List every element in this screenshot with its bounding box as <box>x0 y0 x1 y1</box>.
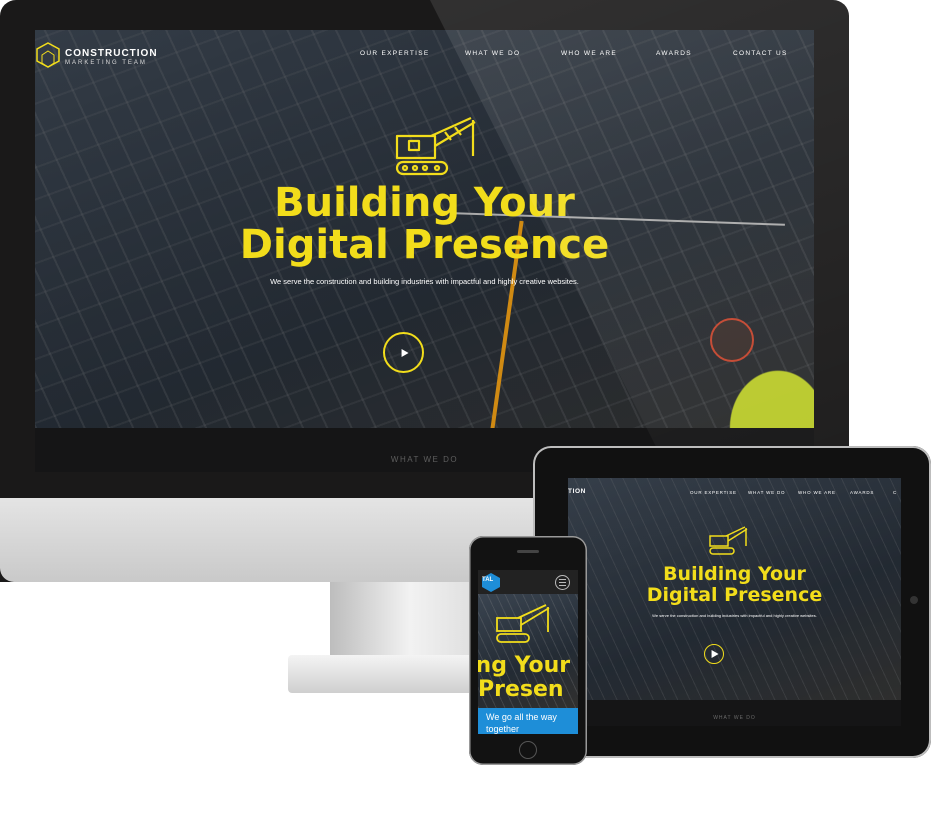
phone-screen: TAL ing Your Presen We go all the way to… <box>478 570 578 734</box>
tablet-nav-our-expertise[interactable]: OUR EXPERTISE <box>690 490 737 495</box>
nav-awards[interactable]: AWARDS <box>656 50 692 57</box>
phone-hero: ing Your Presen <box>478 594 578 708</box>
menu-icon[interactable] <box>555 575 570 590</box>
tablet-title-line1: Building Your <box>663 563 806 585</box>
hero-title-line2: Digital Presence <box>239 222 610 268</box>
tablet-title-line2: Digital Presence <box>646 584 823 606</box>
hero-section: CONSTRUCTION MARKETING TEAM OUR EXPERTIS… <box>35 30 814 428</box>
tablet-nav-contact[interactable]: C <box>893 490 897 495</box>
brand-line1: CONSTRUCTION <box>65 48 158 59</box>
phone-title-line2: Presen <box>478 677 564 702</box>
phone-crane-icon <box>496 604 550 643</box>
tablet-play-button[interactable] <box>704 644 724 664</box>
phone-speaker <box>517 550 539 553</box>
brand-logo[interactable]: CONSTRUCTION MARKETING TEAM <box>35 38 175 78</box>
crane-icon <box>395 116 476 176</box>
hero-title-line1: Building Your <box>274 180 575 226</box>
nav-contact-us[interactable]: CONTACT US <box>733 50 788 57</box>
phone-brand: TAL <box>482 577 494 583</box>
phone-title-line1: ing Your <box>478 653 571 678</box>
tablet-nav-awards[interactable]: AWARDS <box>850 490 874 495</box>
tablet-brand-fragment[interactable]: TION <box>568 488 586 495</box>
tablet-crane-icon <box>709 526 748 555</box>
logo-hex-icon <box>36 42 60 68</box>
nav-our-expertise[interactable]: OUR EXPERTISE <box>360 50 430 57</box>
tablet-nav-who-we-are[interactable]: WHO WE ARE <box>798 490 836 495</box>
hero-subtitle: We serve the construction and building i… <box>270 277 579 286</box>
brand-line2: MARKETING TEAM <box>65 60 147 66</box>
tablet-device: TION OUR EXPERTISE WHAT WE DO WHO WE ARE… <box>533 446 931 758</box>
nav-what-we-do[interactable]: WHAT WE DO <box>465 50 520 57</box>
tablet-home-button <box>910 596 918 604</box>
tablet-screen: TION OUR EXPERTISE WHAT WE DO WHO WE ARE… <box>568 478 901 726</box>
play-video-button[interactable] <box>383 332 424 373</box>
phone-banner-text: We go all the way together <box>486 712 557 734</box>
phone-header: TAL <box>478 570 578 594</box>
phone-device: TAL ing Your Presen We go all the way to… <box>469 536 587 765</box>
phone-home-button <box>519 741 537 759</box>
tablet-section-label[interactable]: WHAT WE DO <box>568 715 901 721</box>
phone-banner[interactable]: We go all the way together <box>478 708 578 734</box>
tablet-nav-what-we-do[interactable]: WHAT WE DO <box>748 490 785 495</box>
worker-figure <box>694 328 814 428</box>
tablet-subtitle: We serve the construction and building i… <box>652 613 817 618</box>
desktop-screen: CONSTRUCTION MARKETING TEAM OUR EXPERTIS… <box>35 30 814 472</box>
tablet-section-strip: WHAT WE DO <box>568 700 901 726</box>
tablet-hero: TION OUR EXPERTISE WHAT WE DO WHO WE ARE… <box>568 478 901 700</box>
nav-who-we-are[interactable]: WHO WE ARE <box>561 50 617 57</box>
